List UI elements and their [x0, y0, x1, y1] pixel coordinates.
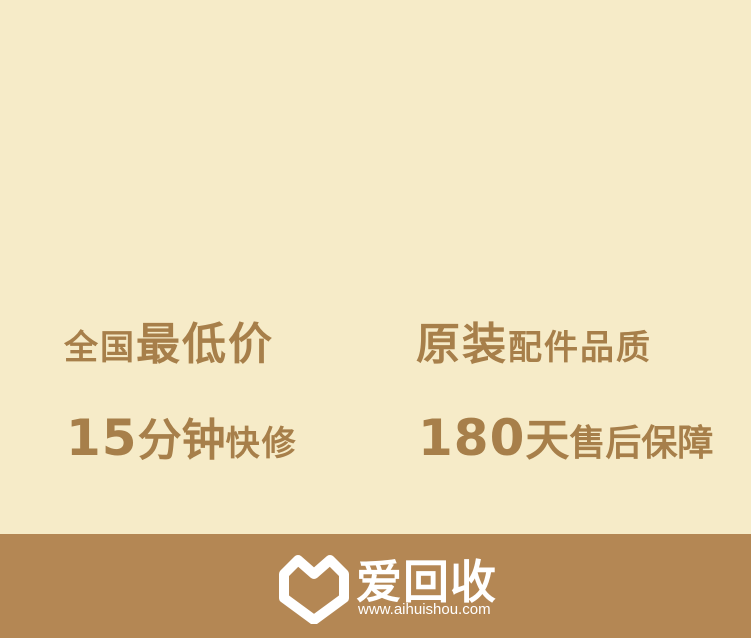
- feature-warranty-number: 180: [418, 409, 526, 467]
- feature-lowest-price-prefix: 全国: [64, 328, 136, 368]
- heart-shield-logo-icon: [279, 555, 349, 624]
- feature-warranty-suffix: 售后保障: [569, 423, 714, 464]
- footer-brand-bar: 爱回收 www.aihuishou.com: [0, 534, 751, 638]
- feature-fast-repair: 15 分钟 快修: [66, 404, 298, 468]
- feature-warranty: 180 天 售后保障: [418, 404, 713, 468]
- brand-url: www.aihuishou.com: [358, 601, 491, 618]
- feature-warranty-unit: 天: [525, 415, 570, 466]
- feature-lowest-price-title: 最低价: [136, 319, 274, 370]
- feature-original-parts-suffix: 配件品质: [508, 328, 652, 368]
- feature-original-parts-title: 原装: [416, 319, 508, 370]
- feature-lowest-price: 全国 最低价: [64, 308, 274, 372]
- feature-original-parts: 原装 配件品质: [416, 308, 652, 372]
- feature-fast-repair-number: 15: [66, 409, 138, 467]
- feature-fast-repair-unit: 分钟: [137, 415, 226, 466]
- feature-fast-repair-suffix: 快修: [225, 424, 298, 464]
